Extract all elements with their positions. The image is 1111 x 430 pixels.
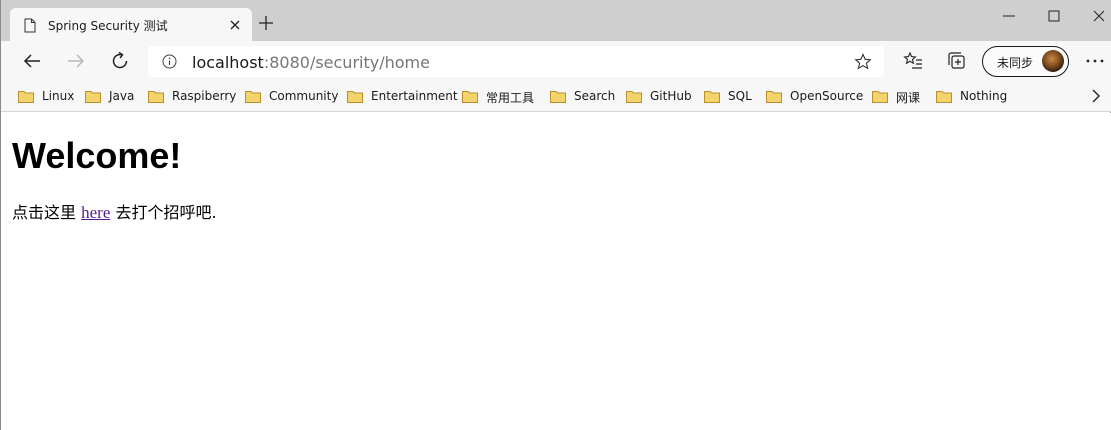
- bookmark-label: Community: [269, 89, 339, 103]
- new-tab-icon[interactable]: [257, 14, 275, 32]
- folder-icon: [148, 91, 164, 103]
- tab-title: Spring Security 测试: [48, 19, 168, 33]
- chevron-right-icon[interactable]: [1089, 87, 1103, 105]
- close-window-icon[interactable]: [1087, 6, 1111, 26]
- collections-icon[interactable]: [946, 50, 968, 72]
- folder-icon: [462, 91, 478, 103]
- bookmark-label: GitHub: [650, 89, 692, 103]
- page-heading: Welcome!: [12, 135, 182, 176]
- bookmark-label: Entertainment: [371, 89, 458, 103]
- bookmark-label: Raspiberry: [172, 89, 237, 103]
- bookmark-label: OpenSource: [790, 89, 864, 103]
- bookmark-label: 常用工具: [486, 91, 535, 105]
- more-options-icon[interactable]: [1084, 50, 1106, 72]
- page-content: Welcome! 点击这里 here 去打个招呼吧.: [1, 113, 1111, 430]
- close-tab-icon[interactable]: [228, 18, 242, 32]
- url-path: :8080/security/home: [263, 53, 430, 72]
- bookmark-label: SQL: [728, 89, 752, 103]
- here-link[interactable]: here: [81, 203, 110, 222]
- info-icon[interactable]: [162, 54, 177, 69]
- address-bar[interactable]: localhost:8080/security/home: [148, 46, 884, 77]
- folder-icon: [347, 91, 363, 103]
- minimize-icon[interactable]: [997, 6, 1021, 26]
- refresh-icon[interactable]: [109, 50, 131, 72]
- bookmark-label: Linux: [42, 89, 75, 103]
- page-icon: [24, 18, 36, 33]
- url-host: localhost: [192, 53, 264, 72]
- folder-icon: [766, 91, 782, 103]
- back-icon[interactable]: [21, 50, 43, 72]
- favorite-star-icon[interactable]: [854, 53, 872, 71]
- profile-label: 未同步: [997, 56, 1034, 70]
- folder-icon: [18, 91, 34, 103]
- avatar: [1042, 50, 1064, 72]
- favorites-icon[interactable]: [902, 50, 924, 72]
- text-after-link: 去打个招呼吧.: [115, 203, 217, 222]
- tab-active[interactable]: Spring Security 测试: [10, 8, 252, 42]
- page-paragraph: 点击这里 here 去打个招呼吧.: [12, 199, 217, 223]
- folder-icon: [550, 91, 566, 103]
- folder-icon: [704, 91, 720, 103]
- url-text[interactable]: localhost:8080/security/home: [192, 53, 430, 72]
- browser-window: Spring Security 测试 localhost:8080/securi…: [0, 0, 1111, 430]
- folder-icon: [626, 91, 642, 103]
- bookmarks-bar: Linux Java Raspiberry Community Entertai…: [1, 82, 1111, 112]
- bookmark-label: Nothing: [960, 89, 1008, 103]
- text-before-link: 点击这里: [12, 203, 77, 222]
- profile-sync-button[interactable]: 未同步: [982, 46, 1069, 77]
- title-bar: Spring Security 测试: [1, 0, 1111, 42]
- folder-icon: [85, 91, 101, 103]
- bookmark-label: Java: [109, 89, 135, 103]
- folder-icon: [245, 91, 261, 103]
- toolbar: localhost:8080/security/home 未同步: [1, 41, 1111, 82]
- folder-icon: [936, 91, 952, 103]
- folder-icon: [872, 91, 888, 103]
- bookmark-label: Search: [574, 89, 616, 103]
- bookmark-label: 网课: [896, 91, 921, 105]
- maximize-icon[interactable]: [1042, 6, 1066, 26]
- forward-icon[interactable]: [65, 50, 87, 72]
